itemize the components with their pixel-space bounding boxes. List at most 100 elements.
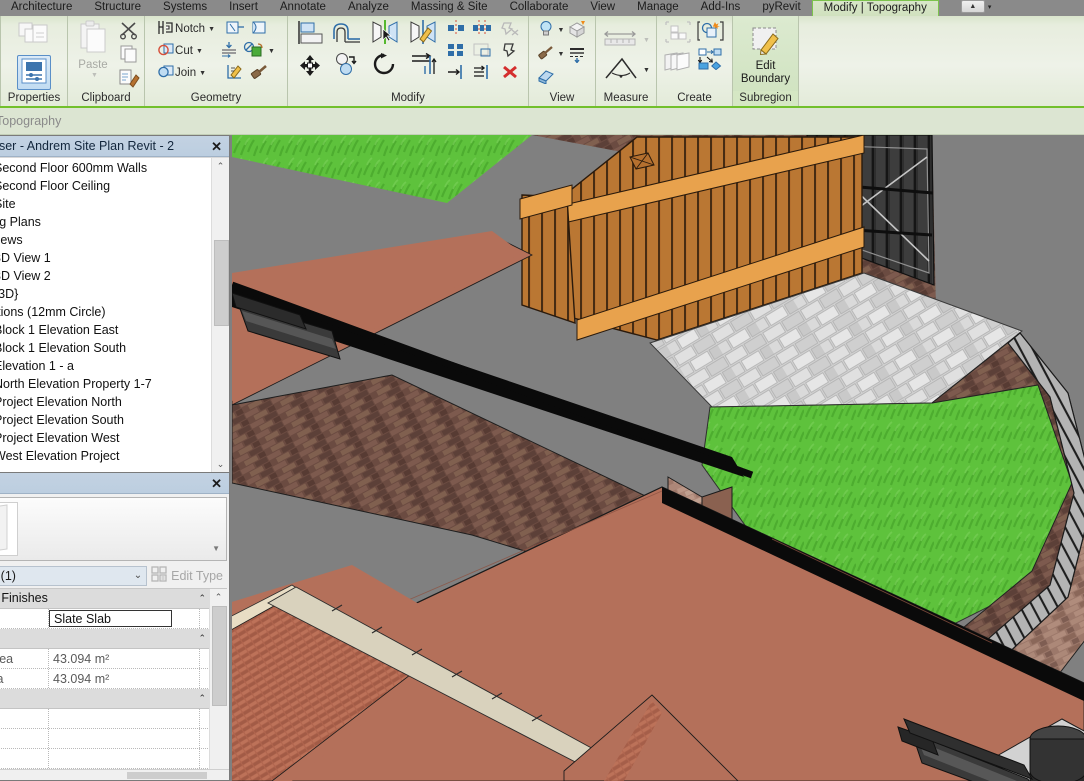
collapse-ribbon-icon[interactable]: ▲ [961, 0, 985, 13]
match-properties-icon[interactable] [118, 68, 140, 91]
copy-icon[interactable] [118, 44, 140, 67]
split-face-dropdown-icon[interactable]: ▼ [268, 48, 275, 55]
create-group-icon[interactable] [663, 51, 693, 76]
parameter-group-header[interactable]: and Finishes ⌃ [0, 589, 210, 609]
list-item[interactable]: ···Block 1 Elevation South [0, 339, 212, 357]
project-browser-scrollbar[interactable]: ⌃ ⌄ [211, 158, 229, 472]
create-assembly-icon[interactable] [696, 20, 726, 45]
mirror-draw-axis-icon[interactable] [408, 20, 438, 47]
properties-parameter-grid[interactable]: and Finishes ⌃ Slate Slab ns ⌃ d Area 43… [0, 588, 227, 779]
geometry-cut-button[interactable]: Cut ▼ [157, 41, 203, 61]
demolish-icon[interactable] [249, 19, 269, 39]
scroll-up-icon[interactable]: ⌃ [210, 589, 227, 605]
table-row[interactable] [0, 749, 210, 769]
join-dropdown-icon[interactable]: ▼ [199, 70, 206, 77]
list-item[interactable]: D Views [0, 231, 212, 249]
3d-view-icon[interactable] [567, 20, 587, 41]
chevron-down-icon[interactable]: ▾ [988, 3, 992, 11]
list-item[interactable]: ···Project Elevation South [0, 411, 212, 429]
array-icon[interactable] [446, 42, 466, 61]
unpin-icon[interactable] [500, 20, 520, 39]
table-row[interactable]: Area 43.094 m² [0, 669, 210, 689]
wall-joins-icon[interactable] [225, 19, 245, 39]
scrollbar-thumb[interactable] [214, 240, 229, 326]
geometry-notch-button[interactable]: Notch ▼ [157, 19, 215, 39]
scroll-up-icon[interactable]: ⌃ [212, 158, 229, 174]
tab-manage[interactable]: Manage [626, 0, 690, 16]
chevron-up-icon[interactable]: ⌃ [198, 689, 206, 708]
tab-annotate[interactable]: Annotate [269, 0, 337, 16]
list-item[interactable]: ···Second Floor 600mm Walls [0, 159, 212, 177]
scroll-down-icon[interactable]: ⌄ [212, 456, 229, 472]
paint-icon[interactable] [249, 63, 269, 83]
list-item[interactable]: ···{3D} [0, 285, 212, 303]
list-item[interactable]: eiling Plans [0, 213, 212, 231]
parameter-value[interactable] [49, 709, 200, 728]
tab-systems[interactable]: Systems [152, 0, 218, 16]
list-item[interactable]: ···Elevation 1 - a [0, 357, 212, 375]
type-selector-combobox[interactable]: hy (1) ⌄ [0, 566, 147, 586]
move-icon[interactable] [296, 54, 324, 81]
pin-icon[interactable] [500, 42, 520, 61]
parameter-value[interactable] [49, 749, 200, 768]
table-row[interactable]: Slate Slab [0, 609, 210, 629]
table-row[interactable]: d Area 43.094 m² [0, 649, 210, 669]
tab-architecture[interactable]: Architecture [0, 0, 83, 16]
modify-properties-icon[interactable] [17, 21, 51, 54]
preview-dropdown-icon[interactable]: ▼ [212, 544, 220, 553]
chevron-up-icon[interactable]: ⌃ [198, 589, 206, 608]
parameter-value[interactable]: 43.094 m² [49, 649, 200, 668]
render-icon[interactable] [537, 68, 555, 87]
trim-extend-icon[interactable] [409, 52, 437, 79]
parameter-group-header[interactable]: ata ⌃ [0, 689, 210, 709]
scale-icon[interactable] [472, 42, 492, 61]
rotate-icon[interactable] [371, 52, 399, 79]
linework-icon[interactable] [225, 63, 245, 83]
list-item[interactable]: ···Second Floor Ceiling [0, 177, 212, 195]
table-row[interactable]: nts [0, 729, 210, 749]
properties-toggle-icon[interactable] [17, 55, 51, 90]
tab-pyrevit[interactable]: pyRevit [751, 0, 811, 16]
paste-icon[interactable] [78, 20, 108, 59]
tab-massing-and-site[interactable]: Massing & Site [400, 0, 499, 16]
offset-icon[interactable] [332, 20, 362, 47]
copy-modify-icon[interactable] [333, 52, 361, 79]
split-face-icon[interactable] [243, 41, 265, 61]
linework-view-icon[interactable] [567, 45, 587, 66]
horizontal-scrollbar-thumb[interactable] [127, 772, 207, 779]
scrollbar-thumb[interactable] [212, 606, 227, 706]
parameter-value-cell[interactable]: Slate Slab [49, 609, 200, 628]
list-item[interactable]: ···Project Elevation West [0, 429, 212, 447]
split-element-icon[interactable] [446, 20, 466, 39]
create-similar-icon[interactable] [663, 20, 693, 47]
visibility-dropdown-icon[interactable]: ▼ [558, 27, 565, 34]
chevron-down-icon[interactable]: ⌄ [134, 570, 142, 581]
edit-type-button[interactable]: Edit Type [147, 566, 227, 586]
mirror-pick-axis-icon[interactable] [370, 20, 400, 47]
tab-add-ins[interactable]: Add-Ins [690, 0, 752, 16]
trim-single-icon[interactable] [446, 64, 466, 83]
chevron-up-icon[interactable]: ⌃ [198, 629, 206, 648]
tab-collaborate[interactable]: Collaborate [499, 0, 580, 16]
tab-insert[interactable]: Insert [218, 0, 269, 16]
close-icon[interactable]: ✕ [208, 140, 225, 153]
tab-analyze[interactable]: Analyze [337, 0, 400, 16]
close-icon[interactable]: ✕ [208, 477, 225, 490]
geometry-join-button[interactable]: Join ▼ [157, 63, 206, 83]
edit-boundary-icon[interactable] [748, 25, 784, 60]
visibility-graphics-icon[interactable] [537, 20, 555, 41]
table-row[interactable] [0, 709, 210, 729]
measure-dropdown-icon[interactable]: ▼ [643, 37, 650, 44]
list-item[interactable]: ···Site [0, 195, 212, 213]
project-browser-tree[interactable]: ···Second Floor 600mm Walls ···Second Fl… [0, 157, 229, 472]
parameter-value[interactable]: 43.094 m² [49, 669, 200, 688]
parameter-value[interactable] [49, 729, 200, 748]
properties-scrollbar[interactable]: ⌃ ⌄ [209, 589, 227, 779]
paint-view-icon[interactable] [537, 45, 555, 64]
list-item[interactable]: ···North Elevation Property 1-7 [0, 375, 212, 393]
cope-icon[interactable] [219, 41, 239, 61]
create-part-icon[interactable] [696, 48, 726, 73]
properties-horizontal-scroll-area[interactable] [0, 769, 229, 780]
notch-dropdown-icon[interactable]: ▼ [208, 26, 215, 33]
trim-multiple-icon[interactable] [472, 64, 492, 83]
